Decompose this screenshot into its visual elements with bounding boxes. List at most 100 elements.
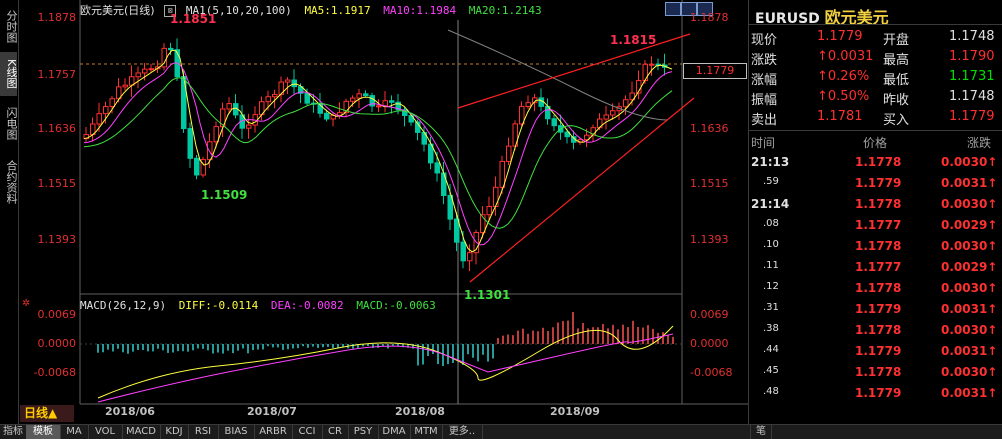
quote-row: 涨跌 ↑0.0031 最高 1.1790: [749, 47, 1002, 68]
macd-axis-right-label: 0.0000: [690, 337, 729, 350]
macd-macd-value: MACD:-0.0063: [356, 299, 436, 312]
macd-axis-label: 0.0000: [37, 337, 77, 350]
tick-change: 0.0029↑: [941, 260, 998, 274]
layout-icon[interactable]: [665, 2, 681, 16]
tick-row[interactable]: .44 1.1779 0.0031↑: [749, 341, 1002, 362]
toolbar-button[interactable]: 指标: [0, 425, 27, 439]
tick-row[interactable]: .59 1.1779 0.0031↑: [749, 173, 1002, 194]
tick-time: .45: [763, 365, 779, 376]
last-price-box: 1.1779: [683, 63, 747, 79]
macd-axis-right-label: -0.0068: [690, 366, 733, 379]
quote-label: 涨幅: [751, 73, 778, 88]
tick-change: 0.0030↑: [941, 239, 998, 253]
tick-time: .48: [763, 386, 779, 397]
left-tab-bar: 分时图 K线图 闪电图 合约资料: [0, 0, 19, 424]
macd-axis-label: 0.0069: [37, 308, 77, 321]
tick-row[interactable]: .38 1.1778 0.0030↑: [749, 320, 1002, 341]
price-axis-right-label: 1.1515: [690, 177, 729, 190]
toolbar-button[interactable]: ARBR: [254, 425, 293, 439]
candle-body: [148, 68, 154, 71]
candle-body: [382, 100, 388, 107]
tick-price: 1.1777: [855, 260, 902, 274]
quote-value: 1.1748: [949, 89, 995, 104]
toolbar-button[interactable]: RSI: [188, 425, 219, 439]
candle-body: [350, 97, 356, 102]
tick-change: 0.0030↑: [941, 155, 998, 169]
candle-body: [603, 114, 609, 120]
tab-timeshare-chart[interactable]: 分时图: [0, 4, 18, 48]
period-selector[interactable]: 日线▲: [20, 405, 74, 422]
quote-label: 最低: [883, 73, 910, 88]
candle-body: [246, 124, 252, 129]
tick-price: 1.1779: [855, 386, 902, 400]
candle-body: [434, 162, 440, 174]
candle-body: [324, 112, 330, 120]
toolbar-button[interactable]: CCI: [292, 425, 323, 439]
kline-chart-canvas[interactable]: [18, 0, 748, 424]
quote-value: 1.1731: [949, 69, 995, 84]
quote-panel: EURUSD 欧元美元 现价 1.1779 开盘 1.1748 涨跌 ↑0.0031 最高 1…: [748, 0, 1002, 424]
tick-header: 时间 价格 涨跌: [749, 131, 1002, 152]
kline-chart-area[interactable]: 欧元美元(日线) ⊠ MA1(5,10,20,100) MA5:1.1917 M…: [18, 0, 748, 424]
candle-body: [486, 206, 492, 216]
tick-change: 0.0031↑: [941, 386, 998, 400]
candle-body: [96, 113, 102, 125]
toolbar-button[interactable]: PSY: [348, 425, 379, 439]
quote-value: 1.1748: [949, 29, 995, 44]
toolbar-button[interactable]: MACD: [122, 425, 161, 439]
tab-contract-info[interactable]: 合约资料: [0, 152, 18, 212]
tick-row[interactable]: .31 1.1779 0.0031↑: [749, 299, 1002, 320]
tick-change: 0.0030↑: [941, 281, 998, 295]
macd-diff-line: [97, 325, 674, 399]
tick-price: 1.1779: [855, 176, 902, 190]
toolbar-button[interactable]: 模板: [26, 425, 61, 439]
tick-time: .08: [763, 218, 779, 229]
candle-body: [506, 145, 512, 162]
candle-body: [454, 218, 460, 243]
toolbar-button[interactable]: MTM: [410, 425, 443, 439]
candle-body: [265, 96, 271, 103]
candle-body: [194, 157, 200, 176]
tick-time: .10: [763, 239, 779, 250]
divider: [749, 24, 1002, 25]
quote-label: 买入: [883, 113, 910, 128]
macd-axis-right-label: 0.0069: [690, 308, 729, 321]
macd-legend-label: MACD(26,12,9): [80, 299, 167, 312]
quote-value: 1.1790: [949, 49, 995, 64]
toolbar-button[interactable]: CR: [322, 425, 349, 439]
quote-row: 现价 1.1779 开盘 1.1748: [749, 27, 1002, 48]
toolbar-button[interactable]: 更多..: [442, 425, 483, 439]
tab-flash-chart[interactable]: 闪电图: [0, 100, 18, 146]
tick-row[interactable]: .12 1.1778 0.0030↑: [749, 278, 1002, 299]
tick-change: 0.0031↑: [941, 302, 998, 316]
tick-row[interactable]: .48 1.1779 0.0031↑: [749, 383, 1002, 404]
toolbar-button[interactable]: KDJ: [160, 425, 189, 439]
tick-price: 1.1778: [855, 239, 902, 253]
tick-list[interactable]: 21:13 1.1778 0.0030↑ .59 1.1779 0.0031↑ 21:14 1…: [749, 152, 1002, 404]
candle-body: [551, 118, 557, 127]
tick-time: .11: [763, 260, 779, 271]
tick-row[interactable]: 21:14 1.1778 0.0030↑: [749, 194, 1002, 215]
quote-value: 1.1781: [817, 109, 863, 124]
toolbar-button[interactable]: MA: [60, 425, 89, 439]
ma10-value: MA10:1.1984: [383, 4, 457, 17]
ma10-line: [83, 62, 673, 246]
tick-row[interactable]: .08 1.1777 0.0029↑: [749, 215, 1002, 236]
toolbar-button[interactable]: BIAS: [218, 425, 255, 439]
tab-kline-chart[interactable]: K线图: [0, 52, 18, 96]
tick-price: 1.1779: [855, 344, 902, 358]
tick-row[interactable]: 21:13 1.1778 0.0030↑: [749, 152, 1002, 173]
quote-value: 1.1779: [817, 29, 863, 44]
tick-row[interactable]: .11 1.1777 0.0029↑: [749, 257, 1002, 278]
candle-body: [122, 84, 128, 88]
toolbar-button[interactable]: DMA: [378, 425, 411, 439]
tick-price: 1.1778: [855, 323, 902, 337]
toolbar-right-button[interactable]: 笔: [750, 425, 772, 439]
toolbar-button[interactable]: VOL: [88, 425, 123, 439]
macd-axis-label: -0.0068: [33, 366, 76, 379]
low-annotation: 1.1509: [201, 188, 248, 202]
tick-row[interactable]: .10 1.1778 0.0030↑: [749, 236, 1002, 257]
high-annotation: 1.1815: [610, 33, 657, 47]
tick-row[interactable]: .45 1.1778 0.0030↑: [749, 362, 1002, 383]
quote-label: 昨收: [883, 93, 910, 108]
